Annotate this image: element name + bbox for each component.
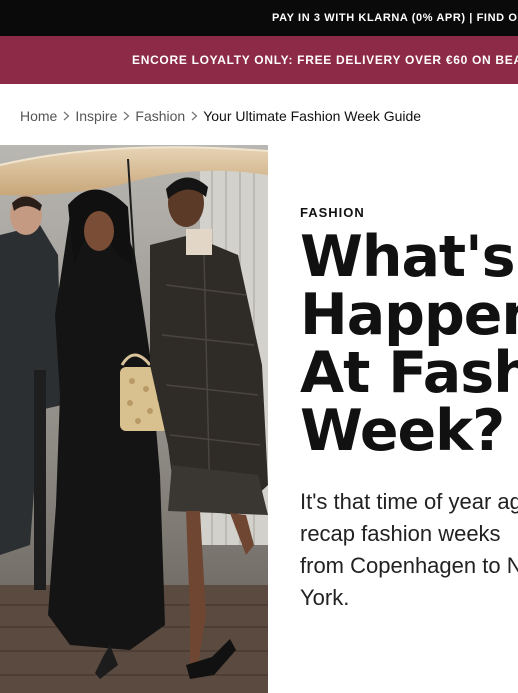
article-header: FASHION What's Happening At Fashion Week… — [300, 200, 518, 693]
headline-line: At Fashion — [300, 340, 518, 406]
breadcrumb-current: Your Ultimate Fashion Week Guide — [203, 108, 422, 124]
breadcrumb-home[interactable]: Home — [20, 108, 57, 124]
hero-image — [0, 145, 268, 693]
promo-bar[interactable]: PAY IN 3 WITH KLARNA (0% APR) | FIND OUT… — [0, 0, 518, 36]
breadcrumb-inspire[interactable]: Inspire — [75, 108, 117, 124]
headline-line: What's — [300, 224, 516, 290]
headline-line: Week? — [300, 398, 505, 464]
intro-line: recap fashion weeks — [300, 521, 501, 546]
intro-line: York. — [300, 585, 350, 610]
breadcrumb-fashion[interactable]: Fashion — [135, 108, 185, 124]
intro-line: from Copenhagen to New — [300, 553, 518, 578]
intro-line: It's that time of year again: — [300, 489, 518, 514]
article-headline: What's Happening At Fashion Week? — [300, 228, 518, 460]
article-intro: It's that time of year again: recap fash… — [300, 486, 518, 614]
chevron-right-icon — [57, 111, 75, 121]
chevron-right-icon — [185, 111, 203, 121]
article-category[interactable]: FASHION — [300, 205, 365, 220]
headline-line: Happening — [300, 282, 518, 348]
promo-text[interactable]: PAY IN 3 WITH KLARNA (0% APR) | FIND OUT… — [272, 12, 518, 24]
loyalty-banner[interactable]: ENCORE LOYALTY ONLY: FREE DELIVERY OVER … — [0, 36, 518, 84]
breadcrumb: Home Inspire Fashion Your Ultimate Fashi… — [20, 106, 421, 126]
chevron-right-icon — [117, 111, 135, 121]
loyalty-text: ENCORE LOYALTY ONLY: FREE DELIVERY OVER … — [132, 53, 518, 67]
